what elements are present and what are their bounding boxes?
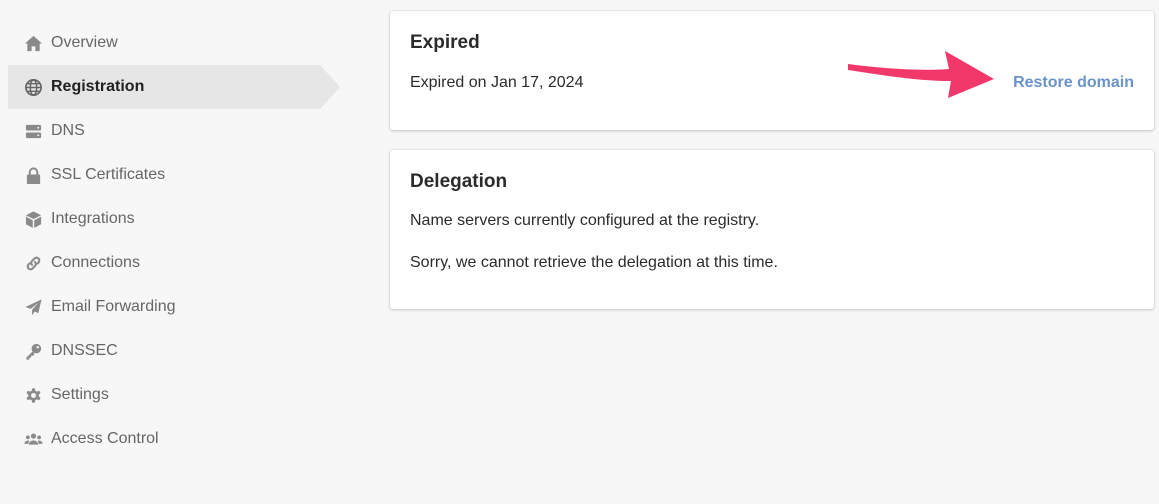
globe-icon: [22, 76, 44, 98]
paper-plane-icon: [22, 296, 44, 318]
sidebar-item-label: Integrations: [51, 210, 135, 227]
sidebar-item-label: Overview: [51, 34, 118, 51]
sidebar-item-label: SSL Certificates: [51, 166, 166, 183]
sidebar-item-label: Email Forwarding: [51, 298, 176, 315]
delegation-card-title: Delegation: [410, 171, 508, 192]
sidebar-item-ssl-certificates[interactable]: SSL Certificates: [8, 153, 340, 197]
delegation-description: Name servers currently configured at the…: [410, 212, 760, 229]
sidebar-nav: Overview Registration DNS SSL Certificat…: [8, 21, 340, 461]
delegation-error-message: Sorry, we cannot retrieve the delegation…: [410, 254, 778, 271]
delegation-card: Delegation Name servers currently config…: [390, 150, 1154, 309]
sidebar-item-dnssec[interactable]: DNSSEC: [8, 329, 340, 373]
sidebar-item-label: Access Control: [51, 430, 159, 447]
expired-card-title: Expired: [410, 32, 480, 53]
users-icon: [22, 428, 44, 450]
sidebar-item-label: DNSSEC: [51, 342, 118, 359]
expired-card: Expired Expired on Jan 17, 2024 Restore …: [390, 11, 1154, 130]
sidebar-item-integrations[interactable]: Integrations: [8, 197, 340, 241]
sidebar-item-connections[interactable]: Connections: [8, 241, 340, 285]
gear-icon: [22, 384, 44, 406]
box-icon: [22, 208, 44, 230]
sidebar-item-settings[interactable]: Settings: [8, 373, 340, 417]
sidebar-item-email-forwarding[interactable]: Email Forwarding: [8, 285, 340, 329]
lock-icon: [22, 164, 44, 186]
sidebar-item-access-control[interactable]: Access Control: [8, 417, 340, 461]
sidebar-item-label: Connections: [51, 254, 140, 271]
sidebar-item-label: DNS: [51, 122, 85, 139]
link-icon: [22, 252, 44, 274]
sidebar-item-label: Registration: [51, 78, 145, 95]
home-icon: [22, 32, 44, 54]
server-icon: [22, 120, 44, 142]
expired-date-text: Expired on Jan 17, 2024: [410, 74, 584, 91]
sidebar-item-label: Settings: [51, 386, 109, 403]
sidebar-item-registration[interactable]: Registration: [8, 65, 340, 109]
sidebar-item-overview[interactable]: Overview: [8, 21, 340, 65]
key-icon: [22, 340, 44, 362]
sidebar-item-dns[interactable]: DNS: [8, 109, 340, 153]
restore-domain-link[interactable]: Restore domain: [1013, 73, 1134, 93]
